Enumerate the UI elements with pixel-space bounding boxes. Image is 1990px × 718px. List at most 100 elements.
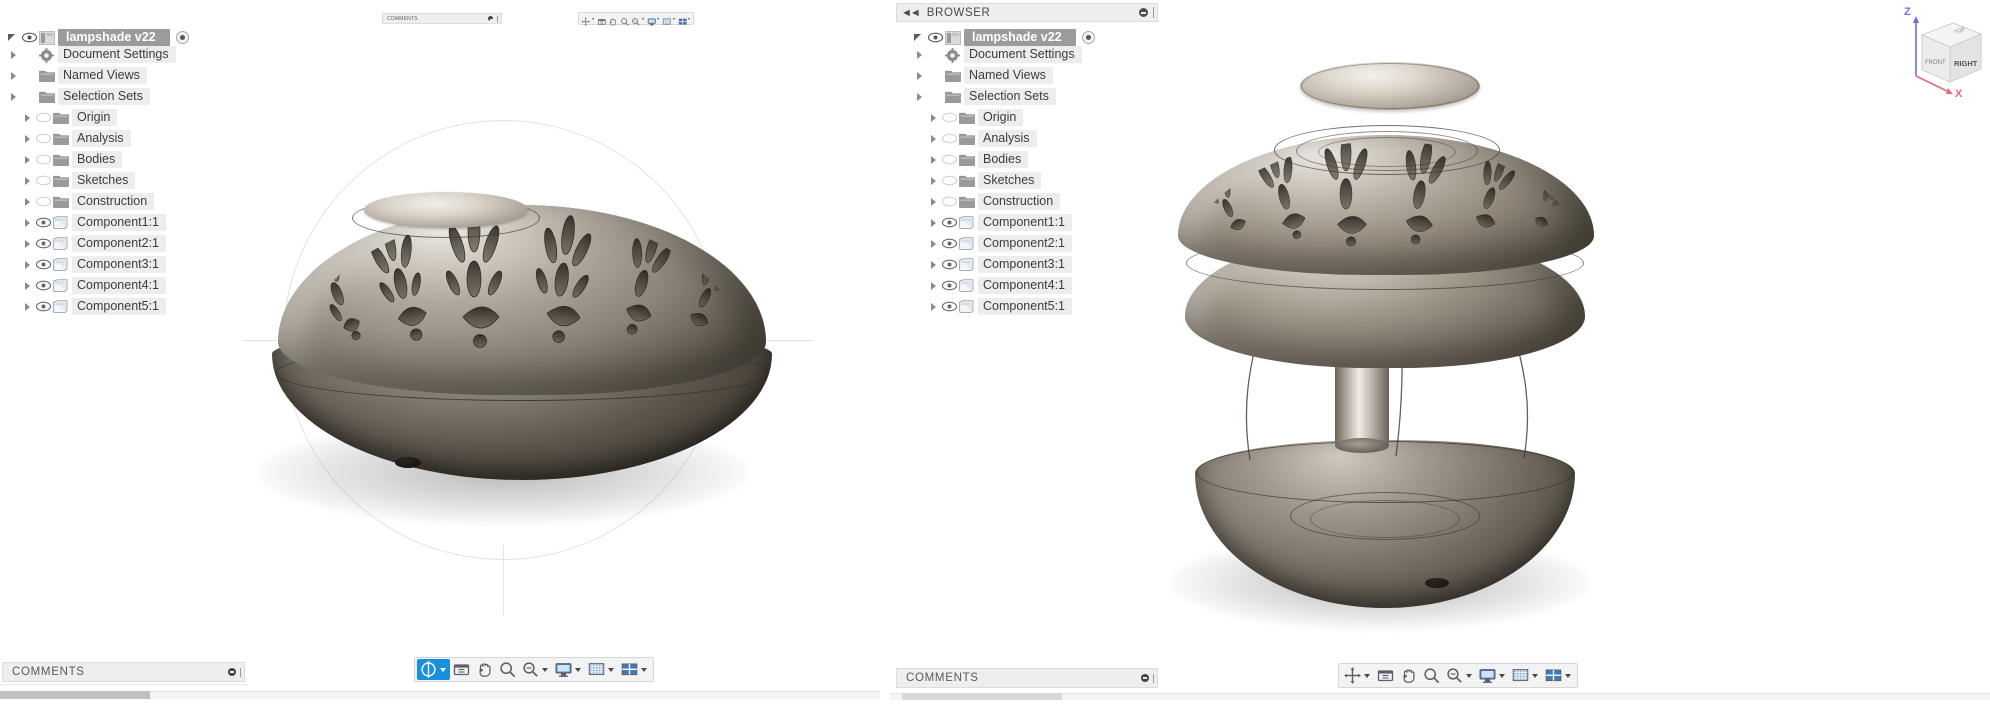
tree-row[interactable]: Bodies — [2, 149, 176, 170]
chevron-down-icon[interactable] — [1499, 673, 1505, 678]
tree-row[interactable]: Named Views — [2, 65, 176, 86]
visibility-eye-icon[interactable] — [941, 173, 958, 188]
visibility-eye-icon[interactable] — [35, 278, 52, 293]
chevron-down-icon[interactable] — [641, 17, 644, 20]
tree-row[interactable]: Component5:1 — [908, 296, 1082, 317]
expand-triangle-icon[interactable] — [6, 89, 21, 104]
chevron-down-icon[interactable] — [1565, 673, 1571, 678]
grid-snaps[interactable] — [585, 659, 618, 680]
chevron-down-icon[interactable] — [1532, 673, 1538, 678]
component-activate-radio[interactable] — [1081, 31, 1095, 44]
tree-row[interactable]: Selection Sets — [908, 86, 1082, 107]
view-cube[interactable]: TOP FRONT RIGHT Z X — [1893, 4, 1987, 102]
expand-triangle-icon[interactable] — [926, 194, 941, 209]
comments-menu-icon[interactable] — [1141, 674, 1149, 682]
expand-triangle-icon[interactable] — [20, 215, 35, 230]
visibility-eye-icon[interactable] — [35, 194, 52, 209]
component-activate-radio[interactable] — [175, 31, 189, 44]
chevron-down-icon[interactable] — [575, 667, 581, 672]
visibility-eye-icon[interactable] — [941, 131, 958, 146]
visibility-eye-icon[interactable] — [941, 194, 958, 209]
grid-snaps[interactable] — [661, 13, 677, 25]
expand-arrow-icon[interactable] — [6, 30, 21, 45]
visibility-eye-icon[interactable] — [35, 152, 52, 167]
look-at-tool[interactable] — [596, 13, 608, 25]
tree-row[interactable]: Analysis — [2, 128, 176, 149]
zoom-window-tool[interactable] — [519, 659, 552, 680]
right-tree-items[interactable]: Document Settings Named Views Selection Se… — [908, 44, 1082, 317]
expand-triangle-icon[interactable] — [912, 47, 927, 62]
expand-triangle-icon[interactable] — [926, 215, 941, 230]
expand-triangle-icon[interactable] — [6, 47, 21, 62]
display-settings[interactable] — [552, 659, 585, 680]
expand-triangle-icon[interactable] — [20, 299, 35, 314]
visibility-eye-icon[interactable] — [21, 30, 38, 45]
visibility-eye-icon[interactable] — [35, 173, 52, 188]
visibility-eye-icon[interactable] — [941, 299, 958, 314]
zoom-tool[interactable] — [1420, 665, 1443, 686]
expand-triangle-icon[interactable] — [926, 110, 941, 125]
look-at-tool[interactable] — [450, 659, 473, 680]
comments-menu-icon[interactable] — [228, 668, 236, 676]
panel-menu-icon[interactable] — [1139, 8, 1148, 17]
browser-panel-header[interactable]: ◄◄ BROWSER — [896, 3, 1158, 22]
zoom-window-tool[interactable] — [1443, 665, 1476, 686]
tree-row[interactable]: Construction — [908, 191, 1082, 212]
chevron-down-icon[interactable] — [641, 667, 647, 672]
tree-row[interactable]: Component3:1 — [908, 254, 1082, 275]
collapse-left-icon[interactable]: ◄◄ — [901, 7, 921, 19]
visibility-eye-icon[interactable] — [941, 110, 958, 125]
visibility-eye-icon[interactable] — [941, 278, 958, 293]
visibility-eye-icon[interactable] — [35, 215, 52, 230]
top-mini-navbar[interactable] — [578, 12, 694, 27]
display-settings[interactable] — [1476, 665, 1509, 686]
viewports[interactable] — [1542, 665, 1575, 686]
tree-row[interactable]: Origin — [908, 107, 1082, 128]
pan-orbit-tool[interactable] — [1341, 665, 1374, 686]
tree-row[interactable]: Component3:1 — [2, 254, 176, 275]
visibility-eye-icon[interactable] — [941, 236, 958, 251]
visibility-eye-icon[interactable] — [941, 215, 958, 230]
view-cube-svg[interactable]: TOP FRONT RIGHT — [1893, 4, 1987, 102]
left-navbar[interactable] — [414, 657, 654, 682]
visibility-eye-icon[interactable] — [35, 131, 52, 146]
tree-row[interactable]: Component5:1 — [2, 296, 176, 317]
expand-triangle-icon[interactable] — [20, 194, 35, 209]
left-comments-bar[interactable]: COMMENTS — [2, 662, 245, 682]
expand-triangle-icon[interactable] — [912, 68, 927, 83]
pan-orbit-tool[interactable] — [580, 13, 596, 27]
expand-triangle-icon[interactable] — [20, 257, 35, 272]
expand-triangle-icon[interactable] — [6, 68, 21, 83]
expand-triangle-icon[interactable] — [20, 110, 35, 125]
expand-arrow-icon[interactable] — [912, 30, 927, 45]
zoom-tool[interactable] — [619, 13, 631, 26]
chevron-down-icon[interactable] — [1364, 673, 1370, 678]
tree-row[interactable]: Bodies — [908, 149, 1082, 170]
tree-row[interactable]: Component2:1 — [2, 233, 176, 254]
expand-triangle-icon[interactable] — [20, 173, 35, 188]
left-horizontal-scroll-thumb[interactable] — [0, 691, 150, 699]
viewports[interactable] — [618, 659, 651, 680]
orbit-tool[interactable] — [417, 659, 450, 680]
visibility-eye-icon[interactable] — [941, 257, 958, 272]
tree-row[interactable]: Sketches — [2, 170, 176, 191]
expand-triangle-icon[interactable] — [912, 89, 927, 104]
expand-triangle-icon[interactable] — [20, 236, 35, 251]
right-navbar[interactable] — [1338, 663, 1578, 688]
zoom-tool[interactable] — [496, 659, 519, 680]
chevron-down-icon[interactable] — [440, 667, 446, 672]
chevron-down-icon[interactable] — [608, 667, 614, 672]
grid-snaps[interactable] — [1509, 665, 1542, 686]
tree-row[interactable]: Component1:1 — [2, 212, 176, 233]
expand-triangle-icon[interactable] — [926, 278, 941, 293]
right-horizontal-scroll-thumb[interactable] — [902, 693, 1062, 700]
expand-triangle-icon[interactable] — [20, 278, 35, 293]
visibility-eye-icon[interactable] — [35, 257, 52, 272]
tree-row[interactable]: Sketches — [908, 170, 1082, 191]
tree-row[interactable]: Document Settings — [908, 44, 1082, 65]
expand-triangle-icon[interactable] — [926, 236, 941, 251]
comments-menu-icon[interactable] — [488, 16, 494, 21]
tree-row[interactable]: Component1:1 — [908, 212, 1082, 233]
expand-triangle-icon[interactable] — [926, 152, 941, 167]
chevron-down-icon[interactable] — [657, 17, 659, 20]
